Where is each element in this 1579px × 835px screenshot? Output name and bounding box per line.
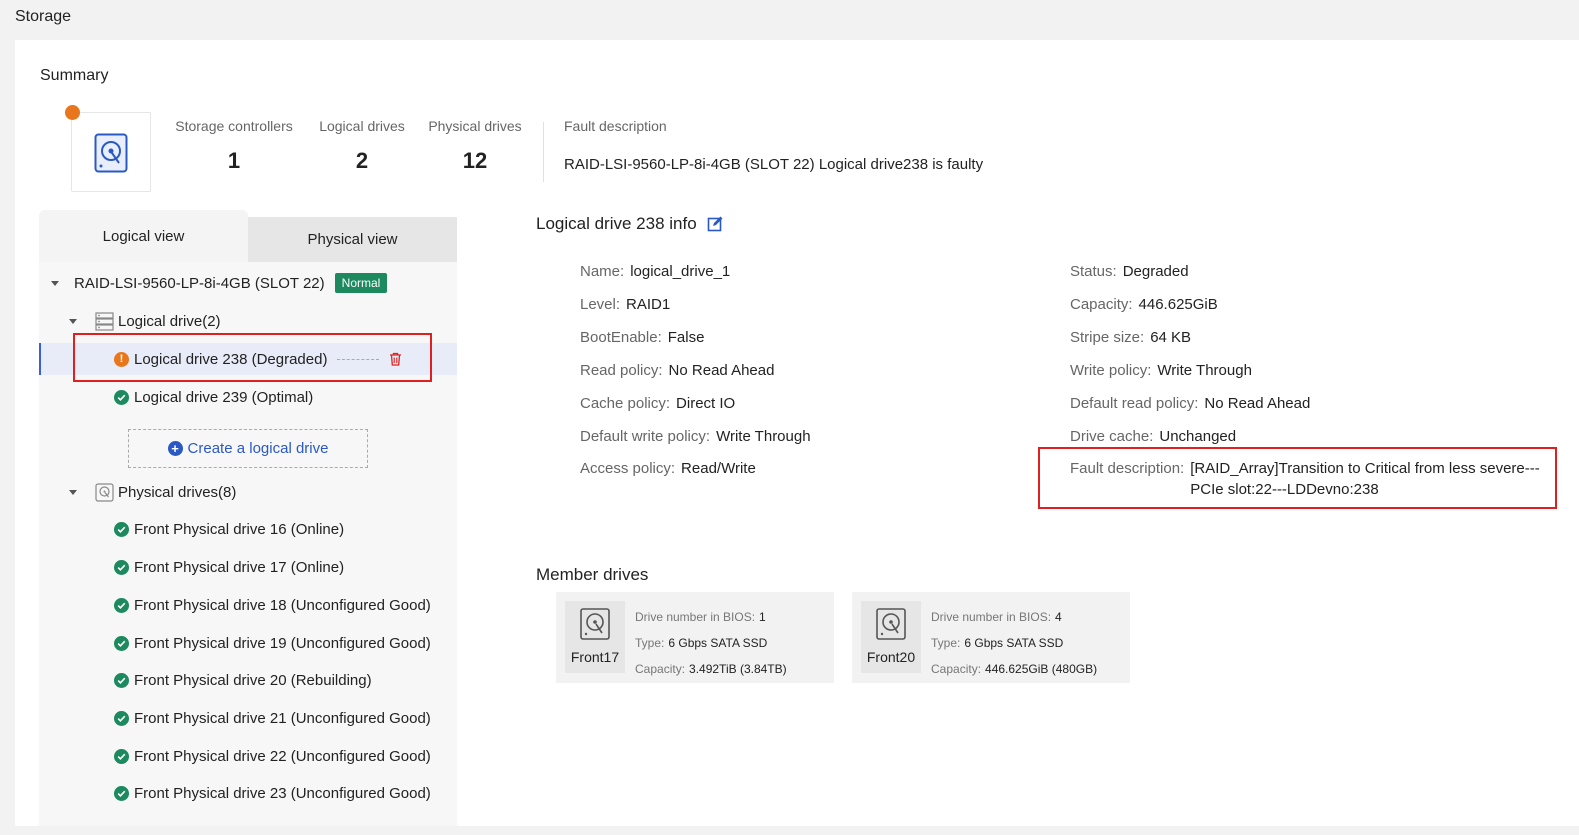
- check-circle-icon: [114, 672, 129, 688]
- hard-drive-icon: [876, 608, 906, 640]
- check-circle-icon: [114, 389, 129, 405]
- logical-drive-label: Logical drive 239 (Optimal): [134, 388, 314, 406]
- check-circle-icon: [114, 597, 129, 613]
- alert-dot-icon: [65, 105, 80, 120]
- field-capacity: Capacity: 446.625GiB: [1070, 296, 1218, 313]
- field-default-write-policy: Default write policy: Write Through: [580, 428, 811, 445]
- annotation-highlight-box: [73, 333, 432, 382]
- physical-drive-label: Front Physical drive 23 (Unconfigured Go…: [134, 784, 431, 802]
- physical-drive-label: Front Physical drive 18 (Unconfigured Go…: [134, 596, 431, 614]
- field-stripe-size: Stripe size: 64 KB: [1070, 329, 1192, 346]
- field-cache-policy: Cache policy: Direct IO: [580, 395, 736, 412]
- tree-physical-drive[interactable]: Front Physical drive 21 (Unconfigured Go…: [114, 699, 431, 737]
- status-badge: Normal: [334, 273, 388, 293]
- logical-drive-group-icon: [95, 311, 114, 331]
- member-drives-title: Member drives: [536, 565, 649, 584]
- physical-drive-label: Front Physical drive 17 (Online): [134, 558, 345, 576]
- field-fault-description: Fault description: [RAID_Array]Transition…: [1070, 460, 1540, 498]
- physical-drive-label: Front Physical drive 16 (Online): [134, 520, 345, 538]
- caret-down-icon[interactable]: [69, 319, 77, 324]
- edit-icon[interactable]: [707, 216, 723, 232]
- stat-physical-drives: Physical drives 12: [428, 118, 522, 173]
- tree-physical-drive[interactable]: Front Physical drive 23 (Unconfigured Go…: [114, 774, 431, 812]
- page-title: Storage: [15, 8, 72, 25]
- fault-description-label: Fault description: [564, 118, 667, 134]
- member-drive-name: Front17: [570, 649, 620, 665]
- member-drive-name: Front20: [866, 649, 916, 665]
- create-logical-drive-button[interactable]: + Create a logical drive: [128, 429, 368, 468]
- check-circle-icon: [114, 521, 129, 537]
- storage-summary-icon: [71, 112, 151, 192]
- tab-logical-view[interactable]: Logical view: [39, 210, 248, 262]
- fault-description-value: RAID-LSI-9560-LP-8i-4GB (SLOT 22) Logica…: [564, 156, 984, 173]
- stat-logical-drives: Logical drives 2: [319, 118, 405, 173]
- field-access-policy: Access policy: Read/Write: [580, 460, 756, 477]
- caret-down-icon[interactable]: [69, 490, 77, 495]
- check-circle-icon: [114, 559, 129, 575]
- field-read-policy: Read policy: No Read Ahead: [580, 362, 775, 379]
- check-circle-icon: [114, 635, 129, 651]
- tree-physical-drive[interactable]: Front Physical drive 22 (Unconfigured Go…: [114, 737, 431, 775]
- tree-physical-drive[interactable]: Front Physical drive 20 (Rebuilding): [114, 661, 372, 699]
- storage-panel: Summary Storage controllers 1 Logical dr…: [15, 40, 1579, 826]
- physical-drive-label: Front Physical drive 20 (Rebuilding): [134, 671, 372, 689]
- check-circle-icon: [114, 748, 129, 764]
- member-drive-card[interactable]: Front17 Drive number in BIOS: 1 Type: 6 Gb…: [556, 592, 834, 683]
- field-status: Status: Degraded: [1070, 263, 1189, 280]
- check-circle-icon: [114, 710, 129, 726]
- tree-controller[interactable]: RAID-LSI-9560-LP-8i-4GB (SLOT 22) Normal: [51, 264, 388, 302]
- caret-down-icon[interactable]: [51, 281, 59, 286]
- tree-physical-drive[interactable]: Front Physical drive 16 (Online): [114, 510, 344, 548]
- field-boot-enable: BootEnable: False: [580, 329, 705, 346]
- physical-drive-label: Front Physical drive 21 (Unconfigured Go…: [134, 709, 431, 727]
- tree-physical-drive[interactable]: Front Physical drive 17 (Online): [114, 548, 344, 586]
- field-level: Level: RAID1: [580, 296, 671, 313]
- divider: [543, 122, 544, 182]
- physical-drive-label: Front Physical drive 22 (Unconfigured Go…: [134, 747, 431, 765]
- stat-storage-controllers: Storage controllers 1: [175, 118, 293, 173]
- tree-physical-drive[interactable]: Front Physical drive 18 (Unconfigured Go…: [114, 586, 431, 624]
- tree-logical-drive-239[interactable]: Logical drive 239 (Optimal): [114, 378, 313, 416]
- field-write-policy: Write policy: Write Through: [1070, 362, 1252, 379]
- check-circle-icon: [114, 785, 129, 801]
- member-drive-info: Drive number in BIOS: 1 Type: 6 Gbps SATA …: [635, 610, 787, 676]
- tab-physical-view[interactable]: Physical view: [248, 217, 457, 262]
- field-drive-cache: Drive cache: Unchanged: [1070, 428, 1237, 445]
- physical-drive-group-icon: [95, 482, 114, 502]
- field-name: Name: logical_drive_1: [580, 263, 731, 280]
- logical-drive-info-title: Logical drive 238 info: [536, 214, 723, 234]
- tree-physical-drive[interactable]: Front Physical drive 19 (Unconfigured Go…: [114, 624, 431, 662]
- view-tabs: Logical view Physical view: [39, 210, 457, 262]
- member-drive-icon-box: Front20: [861, 601, 921, 673]
- plus-circle-icon: +: [167, 441, 183, 456]
- hard-drive-icon: [580, 608, 610, 640]
- physical-group-label: Physical drives(8): [118, 483, 237, 501]
- logical-group-label: Logical drive(2): [118, 312, 221, 330]
- controller-label: RAID-LSI-9560-LP-8i-4GB (SLOT 22): [74, 274, 325, 292]
- member-drive-icon-box: Front17: [565, 601, 625, 673]
- info-title-text: Logical drive 238 info: [536, 214, 697, 233]
- create-logical-drive-label: Create a logical drive: [187, 440, 329, 457]
- tree-physical-group[interactable]: Physical drives(8): [69, 473, 236, 511]
- member-drive-card[interactable]: Front20 Drive number in BIOS: 4 Type: 6 Gb…: [852, 592, 1130, 683]
- physical-drive-label: Front Physical drive 19 (Unconfigured Go…: [134, 634, 431, 652]
- summary-title: Summary: [40, 67, 109, 84]
- member-drive-info: Drive number in BIOS: 4 Type: 6 Gbps SATA …: [931, 610, 1098, 676]
- field-default-read-policy: Default read policy: No Read Ahead: [1070, 395, 1311, 412]
